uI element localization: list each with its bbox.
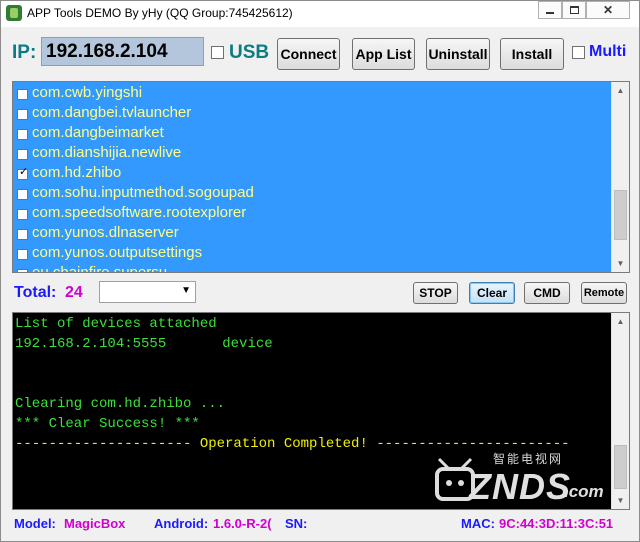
cmd-button[interactable]: CMD <box>524 282 570 304</box>
watermark-brand: ZNDS <box>469 466 571 507</box>
package-checkbox[interactable] <box>17 269 28 272</box>
package-checkbox[interactable] <box>17 89 28 100</box>
console-line: 192.168.2.104:5555 device <box>15 336 273 352</box>
scroll-down-arrow-icon[interactable]: ▼ <box>612 492 629 509</box>
package-checkbox[interactable] <box>17 209 28 220</box>
watermark-cn-text: 智能电视网 <box>493 452 564 466</box>
close-icon: ✕ <box>602 3 614 17</box>
package-name: com.sohu.inputmethod.sogoupad <box>32 184 254 201</box>
usb-checkbox[interactable] <box>211 46 224 59</box>
list-item[interactable]: com.dianshijia.newlive <box>13 144 611 164</box>
android-label: Android: <box>154 516 209 531</box>
android-value: 1.6.0-R-2( <box>213 516 272 531</box>
console-device-ip: 192.168.2.104:5555 <box>15 336 167 352</box>
device-select[interactable]: ▼ <box>99 281 196 303</box>
package-checkbox[interactable]: ✓ <box>17 166 29 180</box>
install-button[interactable]: Install <box>500 38 564 70</box>
mac-label: MAC: <box>461 516 495 531</box>
ip-label: IP: <box>12 42 37 63</box>
stop-button[interactable]: STOP <box>413 282 458 304</box>
scroll-thumb[interactable] <box>614 445 627 489</box>
package-name: com.hd.zhibo <box>32 164 122 181</box>
maximize-icon <box>569 6 579 14</box>
console-line: Clearing com.hd.zhibo ... <box>15 396 226 412</box>
total-label: Total: <box>14 284 57 301</box>
sn-label: SN: <box>285 516 308 531</box>
console-scrollbar[interactable]: ▲ ▼ <box>611 313 629 509</box>
package-name: com.speedsoftware.rootexplorer <box>32 204 247 221</box>
scroll-down-arrow-icon[interactable]: ▼ <box>612 255 629 272</box>
package-name: com.yunos.outputsettings <box>32 244 203 261</box>
watermark-suffix: .com <box>564 482 604 501</box>
list-item[interactable]: com.sohu.inputmethod.sogoupad <box>13 184 611 204</box>
console-output[interactable]: List of devices attached 192.168.2.104:5… <box>12 312 630 510</box>
package-list[interactable]: com.cwb.yingshi com.dangbei.tvlauncher com… <box>12 81 630 273</box>
uninstall-button[interactable]: Uninstall <box>426 38 490 70</box>
package-checkbox[interactable] <box>17 229 28 240</box>
package-checkbox[interactable] <box>17 129 28 140</box>
console-device-state: device <box>222 336 273 352</box>
scroll-up-arrow-icon[interactable]: ▲ <box>612 82 629 99</box>
scroll-thumb[interactable] <box>614 190 627 240</box>
app-window: APP Tools DEMO By yHy (QQ Group:74542561… <box>0 0 640 542</box>
package-checkbox[interactable] <box>17 189 28 200</box>
usb-label[interactable]: USB <box>229 42 269 64</box>
list-item[interactable]: com.speedsoftware.rootexplorer <box>13 204 611 224</box>
console-line: *** Clear Success! *** <box>15 416 200 432</box>
package-checkbox[interactable] <box>17 109 28 120</box>
maximize-button[interactable] <box>562 1 586 19</box>
scroll-up-arrow-icon[interactable]: ▲ <box>612 313 629 330</box>
model-label: Model: <box>14 516 56 531</box>
mac-value: 9C:44:3D:11:3C:51 <box>499 516 614 531</box>
console-line: List of devices attached <box>15 316 217 332</box>
total-value: 24 <box>65 284 83 301</box>
znds-watermark: 智能电视网 ZNDS .com <box>431 447 606 509</box>
list-item[interactable]: com.cwb.yingshi <box>13 84 611 104</box>
minimize-button[interactable] <box>538 1 562 19</box>
package-name: com.dianshijia.newlive <box>32 144 182 161</box>
minimize-icon <box>546 12 554 14</box>
title-bar[interactable]: APP Tools DEMO By yHy (QQ Group:74542561… <box>1 1 639 27</box>
list-item[interactable]: com.yunos.outputsettings <box>13 244 611 264</box>
checkmark-icon: ✓ <box>19 166 29 178</box>
android-app-icon <box>6 5 22 21</box>
model-value: MagicBox <box>64 516 126 531</box>
ip-input[interactable] <box>41 37 204 66</box>
package-name: com.cwb.yingshi <box>32 84 143 101</box>
list-item[interactable]: ✓ com.hd.zhibo <box>13 164 611 184</box>
close-button[interactable]: ✕ <box>586 1 630 19</box>
multi-checkbox[interactable] <box>572 46 585 59</box>
list-item[interactable]: com.dangbeimarket <box>13 124 611 144</box>
package-name: eu.chainfire.supersu <box>32 264 168 273</box>
window-title: APP Tools DEMO By yHy (QQ Group:74542561… <box>27 6 293 20</box>
multi-label[interactable]: Multi <box>589 43 626 61</box>
connect-button[interactable]: Connect <box>277 38 340 70</box>
list-item[interactable]: eu.chainfire.supersu <box>13 264 611 273</box>
app-list-button[interactable]: App List <box>352 38 415 70</box>
dropdown-arrow-icon[interactable]: ▼ <box>181 285 191 296</box>
clear-button[interactable]: Clear <box>469 282 515 304</box>
package-checkbox[interactable] <box>17 249 28 260</box>
package-name: com.dangbei.tvlauncher <box>32 104 192 121</box>
package-name: com.yunos.dlnaserver <box>32 224 179 241</box>
list-item[interactable]: com.dangbei.tvlauncher <box>13 104 611 124</box>
package-checkbox[interactable] <box>17 149 28 160</box>
package-name: com.dangbeimarket <box>32 124 164 141</box>
list-item[interactable]: com.yunos.dlnaserver <box>13 224 611 244</box>
package-list-scrollbar[interactable]: ▲ ▼ <box>611 82 629 272</box>
remote-button[interactable]: Remote <box>581 282 627 304</box>
